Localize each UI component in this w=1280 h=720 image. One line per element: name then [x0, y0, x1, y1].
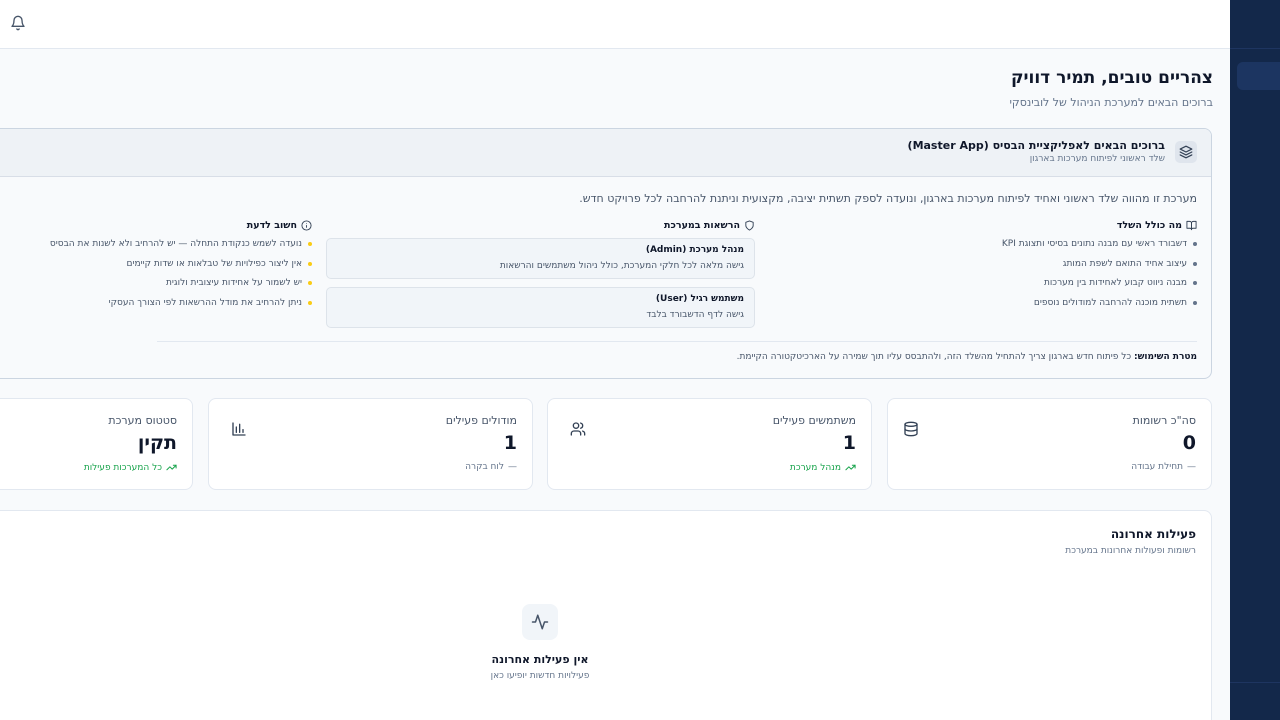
list-item: מבנה ניווט קבוע לאחידות בין מערכות — [1002, 277, 1197, 297]
page-title: צהריים טובים, תמיר דוויק — [1010, 68, 1213, 88]
list-item: ניתן להרחיב את מודל ההרשאות לפי הצורך הע… — [50, 297, 312, 317]
divider — [157, 341, 1197, 342]
stat-card-users: משתמשים פעילים 1 מנהל מערכת — [547, 398, 872, 490]
empty-state-title: אין פעילות אחרונה — [491, 653, 589, 666]
role-description: גישה לדף הדשבורד בלבד — [646, 310, 744, 320]
bullet-dot — [308, 242, 312, 246]
list-item-text: עיצוב אחיד התואם לשפת המותג — [1062, 258, 1187, 269]
list-item-text: תשתית מוכנה להרחבה למודולים נוספים — [1033, 297, 1187, 308]
empty-state-subtitle: פעילויות חדשות יופיעו כאן — [490, 671, 590, 681]
list-item: תשתית מוכנה להרחבה למודולים נוספים — [1002, 297, 1197, 317]
role-card-user: משתמש רגיל (User) גישה לדף הדשבורד בלבד — [326, 287, 755, 328]
bullet-dot — [1193, 300, 1197, 305]
sidebar-divider — [1230, 682, 1280, 683]
list-item: דשבורד ראשי עם מבנה נתונים בסיסי ותצוגת … — [1002, 238, 1197, 258]
sidebar-item-active[interactable] — [1237, 62, 1280, 90]
usage-goal: מטרת השימוש: כל פיתוח חדש בארגון צריך לה… — [737, 352, 1197, 362]
bullet-dot — [1193, 261, 1197, 266]
list-item-text: מבנה ניווט קבוע לאחידות בין מערכות — [1043, 278, 1187, 288]
dash-icon: — — [508, 462, 517, 472]
list-item-text: נועדה לשמש כנקודת התחלה — יש להרחיב ולא … — [49, 239, 302, 249]
shield-icon — [745, 220, 754, 231]
stat-value: 0 — [1182, 432, 1196, 454]
stat-footer: — לוח בקרה — [465, 462, 517, 472]
usage-goal-text: כל פיתוח חדש בארגון צריך להתחיל מהשלד הז… — [736, 352, 1132, 362]
stat-value: תקין — [137, 432, 177, 454]
bullet-dot — [1193, 281, 1197, 285]
stat-footer: — תחילת עבודה — [1131, 462, 1196, 472]
usage-goal-label: מטרת השימוש: — [1133, 352, 1197, 362]
list-item-text: ניתן להרחיב את מודל ההרשאות לפי הצורך הע… — [108, 297, 302, 308]
notes-heading: חשוב לדעת — [247, 220, 312, 231]
stat-value: 1 — [503, 432, 517, 454]
stat-footer-text: לוח בקרה — [465, 462, 504, 472]
permissions-heading: הרשאות במערכת — [664, 220, 755, 231]
stat-footer: כל המערכות פעילות — [84, 462, 177, 473]
list-item-text: יש לשמור על אחידות עיצובית ולוגית — [166, 278, 302, 288]
master-app-card: ברוכים הבאים לאפליקציית הבסיס (Master Ap… — [0, 128, 1212, 379]
stat-card-modules: מודולים פעילים 1 — לוח בקרה — [208, 398, 533, 490]
page-subtitle: ברוכים הבאים למערכת הניהול של לובינסקי — [1009, 96, 1213, 109]
notes-heading-label: חשוב לדעת — [246, 220, 297, 231]
stat-label: מודולים פעילים — [445, 414, 517, 427]
role-title: מנהל מערכת (Admin) — [645, 245, 744, 255]
master-app-title: ברוכים הבאים לאפליקציית הבסיס (Master Ap… — [907, 139, 1165, 152]
list-item: יש לשמור על אחידות עיצובית ולוגית — [50, 277, 312, 297]
includes-heading-label: מה כולל השלד — [1116, 220, 1182, 231]
master-app-subtitle: שלד ראשוני לפיתוח מערכות בארגון — [1029, 154, 1165, 164]
stat-footer: מנהל מערכת — [790, 462, 856, 473]
info-icon — [301, 220, 312, 231]
role-title: משתמש רגיל (User) — [655, 294, 744, 304]
master-app-description: מערכת זו מהווה שלד ראשוני ואחיד לפיתוח מ… — [579, 192, 1197, 205]
sidebar-divider — [1230, 48, 1280, 49]
list-item-text: דשבורד ראשי עם מבנה נתונים בסיסי ותצוגת … — [1001, 239, 1187, 249]
layers-icon — [1175, 141, 1197, 163]
bell-icon[interactable] — [10, 15, 26, 31]
list-item-text: אין ליצור כפילויות של טבלאות או שדות קיי… — [126, 258, 302, 269]
stat-card-status: סטטוס מערכת תקין כל המערכות פעילות — [0, 398, 193, 490]
bullet-dot — [308, 300, 312, 305]
role-card-admin: מנהל מערכת (Admin) גישה מלאה לכל חלקי המ… — [326, 238, 755, 279]
book-open-icon — [1186, 220, 1197, 231]
list-item: עיצוב אחיד התואם לשפת המותג — [1002, 258, 1197, 278]
recent-activity-card: פעילות אחרונה רשומות ופעולות אחרונות במע… — [0, 510, 1212, 720]
database-icon — [903, 421, 919, 437]
main-content: צהריים טובים, תמיר דוויק ברוכים הבאים למ… — [0, 49, 1230, 720]
trending-up-icon — [845, 464, 856, 471]
bar-chart-icon — [231, 421, 247, 437]
bullet-dot — [1193, 242, 1197, 246]
sidebar — [1230, 0, 1280, 720]
users-icon — [570, 421, 586, 437]
stat-label: סטטוס מערכת — [108, 414, 177, 427]
notes-list: נועדה לשמש כנקודת התחלה — יש להרחיב ולא … — [50, 238, 312, 316]
stat-footer-text: תחילת עבודה — [1131, 462, 1183, 472]
permissions-heading-label: הרשאות במערכת — [663, 220, 740, 231]
stat-footer-text: מנהל מערכת — [789, 462, 841, 473]
trending-up-icon — [166, 464, 177, 471]
recent-activity-subtitle: רשומות ופעולות אחרונות במערכת — [1065, 546, 1196, 556]
list-item: נועדה לשמש כנקודת התחלה — יש להרחיב ולא … — [50, 238, 312, 258]
list-item: אין ליצור כפילויות של טבלאות או שדות קיי… — [50, 258, 312, 278]
bullet-dot — [308, 281, 312, 285]
master-app-header: ברוכים הבאים לאפליקציית הבסיס (Master Ap… — [0, 129, 1211, 177]
bullet-dot — [308, 261, 312, 266]
dash-icon: — — [1187, 462, 1196, 472]
stat-label: סה"כ רשומות — [1132, 414, 1196, 427]
stat-card-records: סה"כ רשומות 0 — תחילת עבודה — [887, 398, 1212, 490]
includes-heading: מה כולל השלד — [1117, 220, 1197, 231]
activity-icon — [522, 604, 558, 640]
stat-footer-text: כל המערכות פעילות — [83, 462, 162, 473]
stat-value: 1 — [842, 432, 856, 454]
includes-list: דשבורד ראשי עם מבנה נתונים בסיסי ותצוגת … — [1002, 238, 1197, 316]
recent-activity-title: פעילות אחרונה — [1110, 527, 1196, 541]
role-description: גישה מלאה לכל חלקי המערכת, כולל ניהול מש… — [499, 261, 744, 271]
top-header — [0, 0, 1230, 49]
stat-label: משתמשים פעילים — [772, 414, 856, 427]
